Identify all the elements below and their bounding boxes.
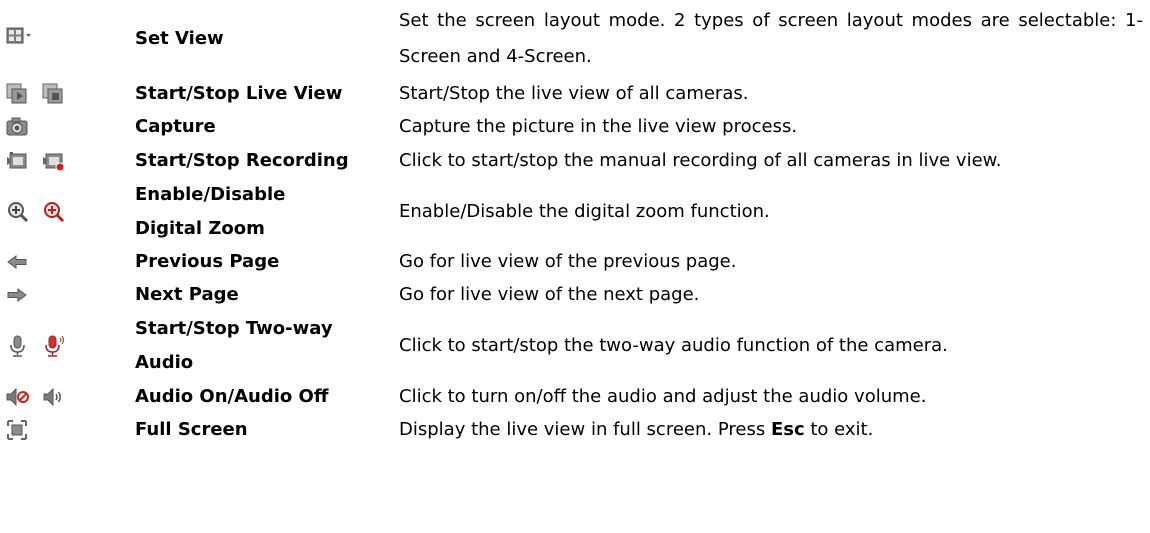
row-name: Next Page [135, 284, 239, 305]
start-recording-icon [6, 150, 30, 172]
row-icons [6, 144, 66, 178]
table-row: Previous Page Go for live view of the pr… [0, 246, 1150, 278]
row-description: Enable/Disable the digital zoom function… [399, 201, 770, 222]
row-description: Go for live view of the previous page. [399, 251, 737, 272]
full-screen-icon [6, 419, 30, 441]
table-row: Next Page Go for live view of the next p… [0, 278, 1150, 312]
esc-key-label: Esc [770, 419, 805, 440]
description-text: to exit. [804, 419, 874, 440]
row-icons [6, 246, 30, 278]
row-description: Capture the picture in the live view pro… [399, 116, 798, 137]
camera-capture-icon [6, 116, 30, 138]
row-icons [6, 380, 66, 414]
row-name: Enable/Disable Digital Zoom [135, 184, 286, 239]
table-row: Enable/Disable Digital Zoom Enable/Disab… [0, 178, 1150, 246]
stop-recording-icon [42, 150, 66, 172]
row-description: Click to start/stop the manual recording… [399, 150, 1002, 171]
table-row: Start/Stop Two-way Audio Click to start/… [0, 312, 1150, 380]
row-description: Click to start/stop the two-way audio fu… [399, 335, 948, 356]
microphone-active-icon [42, 335, 66, 357]
row-description: Click to turn on/off the audio and adjus… [399, 386, 927, 407]
row-description: Go for live view of the next page. [399, 284, 700, 305]
row-name: Start/Stop Recording [135, 150, 349, 171]
row-icons [6, 178, 66, 246]
table-row: Capture Capture the picture in the live … [0, 110, 1150, 144]
row-icons [6, 78, 66, 110]
table-row: Set View Set the screen layout mode. 2 t… [0, 0, 1150, 78]
row-description: Set the screen layout mode. 2 types of s… [399, 10, 1143, 67]
arrow-left-icon [6, 251, 30, 273]
row-icons [6, 0, 31, 47]
zoom-in-active-icon [42, 201, 66, 223]
description-text: Display the live view in full screen. Pr… [399, 419, 771, 440]
row-name: Start/Stop Live View [135, 83, 343, 104]
stop-live-view-icon [42, 83, 66, 105]
toolbar-description-table: Set View Set the screen layout mode. 2 t… [0, 0, 1150, 533]
row-name: Full Screen [135, 419, 248, 440]
row-name: Set View [135, 28, 224, 49]
row-icons [6, 278, 30, 312]
row-name: Previous Page [135, 251, 280, 272]
table-row: Start/Stop Live View Start/Stop the live… [0, 78, 1150, 110]
row-icons [6, 312, 66, 380]
arrow-right-icon [6, 284, 30, 306]
zoom-in-icon [6, 201, 30, 223]
row-name: Capture [135, 116, 216, 137]
table-row: Full Screen Display the live view in ful… [0, 414, 1150, 446]
microphone-icon [6, 335, 30, 357]
table-row: Start/Stop Recording Click to start/stop… [0, 144, 1150, 178]
speaker-muted-icon [6, 386, 30, 408]
row-name: Start/Stop Two-way Audio [135, 318, 333, 373]
row-description: Start/Stop the live view of all cameras. [399, 83, 749, 104]
start-live-view-icon [6, 83, 30, 105]
row-description: Display the live view in full screen. Pr… [399, 414, 1143, 446]
layout-grid-dropdown-icon [6, 25, 31, 47]
row-name: Audio On/Audio Off [135, 386, 329, 407]
table-row: Audio On/Audio Off Click to turn on/off … [0, 380, 1150, 414]
row-icons [6, 110, 30, 144]
row-icons [6, 414, 30, 446]
speaker-on-icon [42, 386, 66, 408]
